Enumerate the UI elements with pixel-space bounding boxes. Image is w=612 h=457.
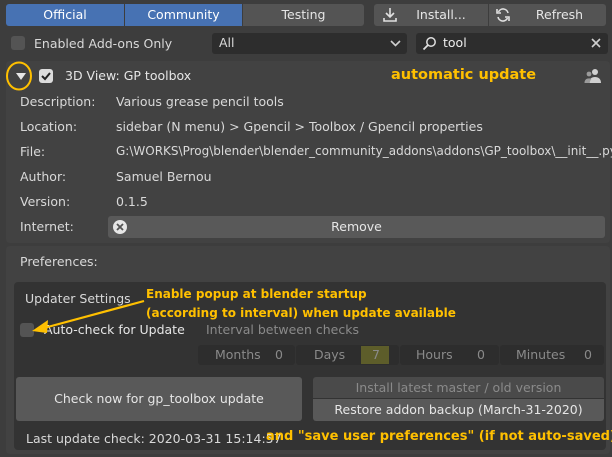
chevron-down-icon	[390, 38, 401, 49]
highlight-circle	[6, 61, 32, 91]
checkmark-icon	[41, 72, 51, 81]
refresh-icon	[495, 7, 511, 23]
months-field[interactable]: Months 0	[198, 345, 295, 365]
author-label: Author:	[20, 169, 67, 184]
enabled-only-checkbox[interactable]	[11, 36, 25, 50]
annotation-save-prefs: and "save user preferences" (if not auto…	[266, 429, 612, 444]
restore-backup-button[interactable]: Restore addon backup (March-31-2020)	[313, 399, 604, 421]
search-value: tool	[443, 35, 467, 50]
addon-title: 3D View: GP toolbox	[65, 68, 192, 83]
install-master-button[interactable]: Install latest master / old version	[313, 377, 604, 398]
location-value: sidebar (N menu) > Gpencil > Toolbox / G…	[116, 119, 483, 134]
enabled-only-label: Enabled Add-ons Only	[34, 36, 173, 51]
clear-search-icon[interactable]	[590, 37, 602, 49]
file-label: File:	[20, 144, 46, 159]
version-value: 0.1.5	[116, 194, 148, 209]
version-label: Version:	[20, 194, 71, 209]
install-button[interactable]: Install...	[374, 4, 488, 26]
internet-label: Internet:	[20, 219, 74, 234]
last-update-check: Last update check: 2020-03-31 15:14:57	[26, 431, 282, 446]
hours-value: 0	[477, 347, 485, 362]
category-dropdown[interactable]: All	[212, 33, 407, 54]
install-label: Install...	[416, 7, 466, 22]
annotation-automatic-update: automatic update	[391, 67, 537, 83]
remove-icon	[112, 219, 128, 235]
minutes-label: Minutes	[516, 347, 566, 362]
addon-enable-checkbox[interactable]	[39, 69, 53, 83]
days-label: Days	[314, 347, 346, 362]
description-value: Various grease pencil tools	[116, 94, 284, 109]
interval-heading: Interval between checks	[206, 322, 359, 337]
remove-button[interactable]: Remove	[108, 216, 605, 238]
annotation-popup-line2: (according to interval) when update avai…	[146, 306, 456, 320]
tab-community[interactable]: Community	[125, 4, 242, 26]
category-value: All	[219, 35, 235, 50]
description-label: Description:	[20, 94, 96, 109]
annotation-arrow	[32, 299, 145, 333]
annotation-popup-line1: Enable popup at blender startup	[146, 287, 367, 301]
minutes-value: 0	[584, 347, 592, 362]
location-label: Location:	[20, 119, 78, 134]
author-value: Samuel Bernou	[116, 169, 212, 184]
preferences-heading: Preferences:	[20, 254, 98, 269]
tab-official[interactable]: Official	[6, 4, 124, 26]
months-label: Months	[215, 347, 261, 362]
days-field[interactable]: Days 7	[296, 345, 399, 365]
hours-field[interactable]: Hours 0	[400, 345, 499, 365]
check-now-button[interactable]: Check now for gp_toolbox update	[16, 377, 302, 421]
search-input[interactable]: tool	[416, 33, 608, 54]
remove-label: Remove	[331, 219, 382, 234]
refresh-label: Refresh	[535, 7, 584, 22]
hours-label: Hours	[416, 347, 453, 362]
minutes-field[interactable]: Minutes 0	[500, 345, 604, 365]
download-icon	[382, 7, 398, 23]
months-value: 0	[275, 347, 283, 362]
tab-testing[interactable]: Testing	[243, 4, 364, 26]
community-users-icon	[584, 67, 602, 85]
refresh-button[interactable]: Refresh	[489, 4, 606, 26]
file-value: G:\WORKS\Prog\blender\blender_community_…	[116, 144, 612, 158]
days-value: 7	[372, 347, 380, 362]
search-icon	[422, 36, 437, 51]
